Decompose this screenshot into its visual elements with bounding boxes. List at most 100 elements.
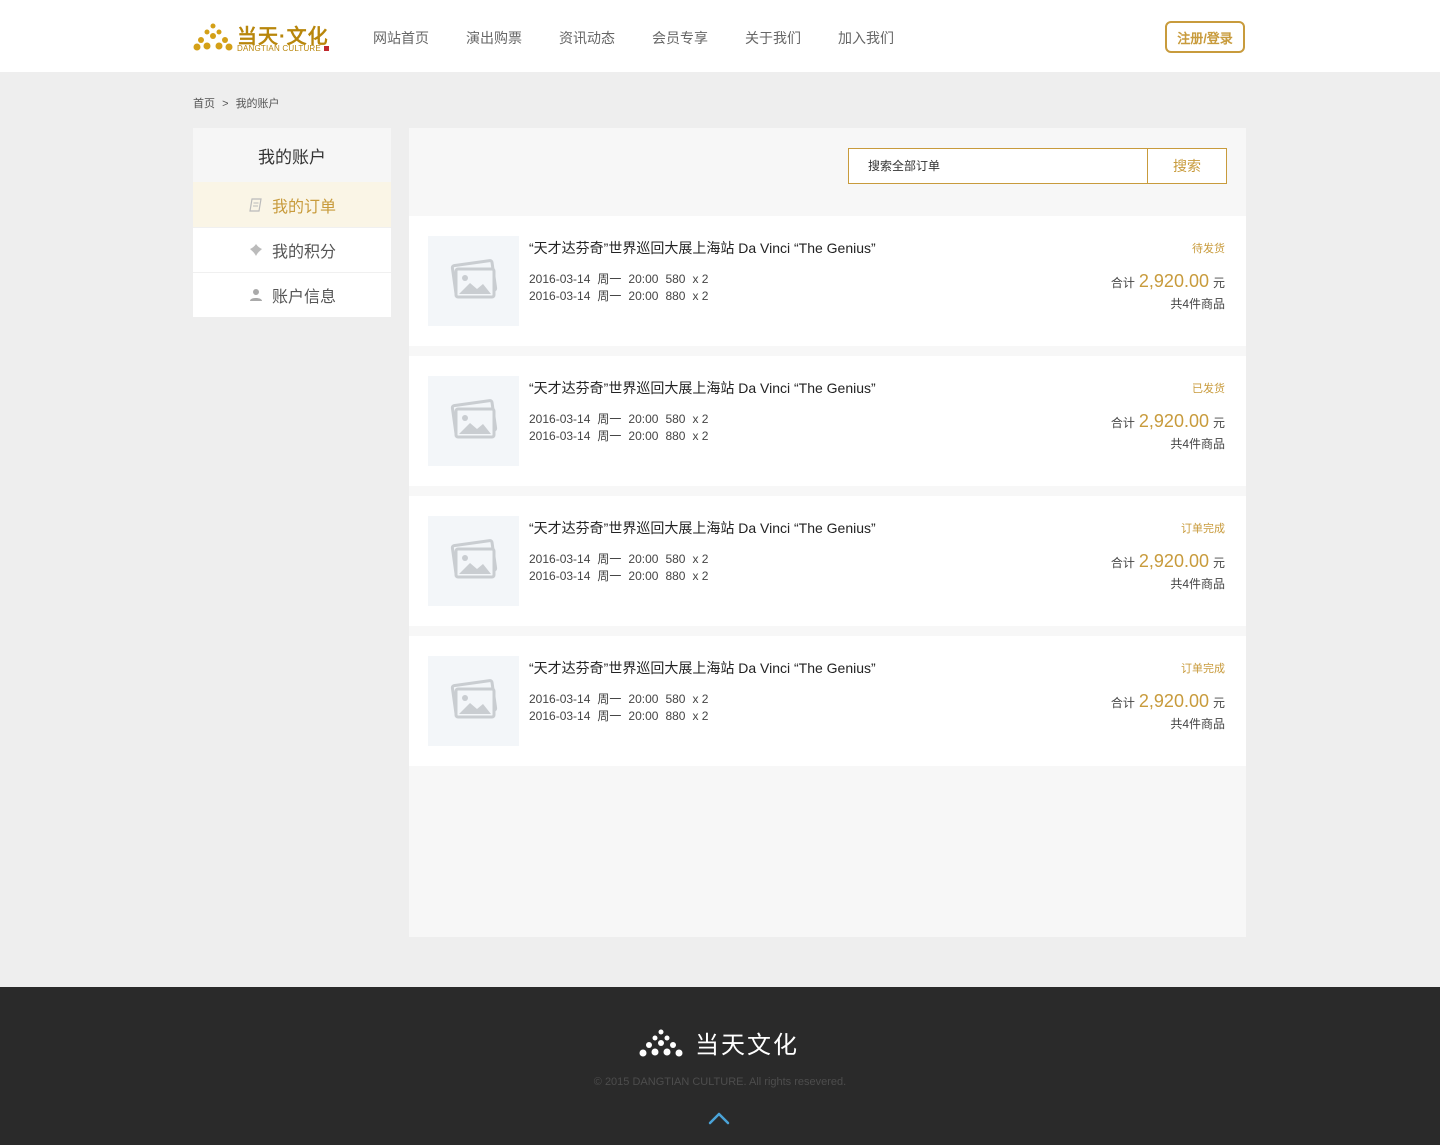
image-placeholder-icon (428, 656, 519, 746)
order-status: 订单完成 (1181, 663, 1225, 675)
ticket-weekday: 周一 (597, 692, 622, 706)
ticket-date: 2016-03-14 (529, 412, 591, 426)
order-title[interactable]: “天才达芬奇”世界巡回大展上海站 Da Vinci “The Genius” (529, 378, 876, 398)
order-ticket-line: 2016-03-14 周一 20:00 580 x 2 (529, 550, 715, 567)
nav-home[interactable]: 网站首页 (373, 28, 429, 48)
order-title[interactable]: “天才达芬奇”世界巡回大展上海站 Da Vinci “The Genius” (529, 238, 876, 258)
ticket-qty: x 2 (692, 692, 709, 706)
footer-logo-text: 当天文化 (695, 1032, 799, 1059)
total-label: 合计 (1110, 556, 1135, 570)
ticket-weekday: 周一 (597, 709, 622, 723)
order-card[interactable]: “天才达芬奇”世界巡回大展上海站 Da Vinci “The Genius” 2… (409, 636, 1246, 766)
sidebar-item-orders[interactable]: 我的订单 (193, 182, 391, 227)
order-ticket-line: 2016-03-14 周一 20:00 880 x 2 (529, 427, 715, 444)
search-button[interactable]: 搜索 (1147, 149, 1226, 183)
ticket-qty: x 2 (692, 569, 709, 583)
total-amount: 2,920.00 (1138, 411, 1209, 431)
ticket-price: 880 (665, 429, 686, 443)
order-search-input[interactable] (849, 149, 1147, 183)
nav-about[interactable]: 关于我们 (745, 28, 801, 48)
order-card[interactable]: “天才达芬奇”世界巡回大展上海站 Da Vinci “The Genius” 2… (409, 496, 1246, 626)
site-logo[interactable]: 当天·文化 DANGTIAN CULTURE (193, 20, 338, 56)
ticket-date: 2016-03-14 (529, 709, 591, 723)
main-nav: 网站首页 演出购票 资讯动态 会员专享 关于我们 加入我们 (373, 28, 931, 48)
nav-news[interactable]: 资讯动态 (559, 28, 615, 48)
image-placeholder-icon (428, 376, 519, 466)
logo-dots-icon (193, 23, 233, 51)
ticket-time: 20:00 (628, 289, 659, 303)
ticket-weekday: 周一 (597, 272, 622, 286)
sidebar-item-account-info[interactable]: 账户信息 (193, 272, 391, 317)
ticket-date: 2016-03-14 (529, 569, 591, 583)
ticket-qty: x 2 (692, 272, 709, 286)
order-ticket-line: 2016-03-14 周一 20:00 880 x 2 (529, 707, 715, 724)
footer-logo: 当天文化 (639, 1025, 799, 1060)
order-item-count: 共4件商品 (1170, 577, 1225, 591)
ticket-weekday: 周一 (597, 429, 622, 443)
ticket-date: 2016-03-14 (529, 692, 591, 706)
ticket-price: 580 (665, 412, 686, 426)
ticket-weekday: 周一 (597, 569, 622, 583)
order-search-bar: 搜索 (848, 148, 1227, 184)
order-list: “天才达芬奇”世界巡回大展上海站 Da Vinci “The Genius” 2… (409, 216, 1246, 776)
total-amount: 2,920.00 (1138, 551, 1209, 571)
ticket-date: 2016-03-14 (529, 552, 591, 566)
order-title[interactable]: “天才达芬奇”世界巡回大展上海站 Da Vinci “The Genius” (529, 518, 876, 538)
breadcrumb-current: 我的账户 (235, 98, 280, 110)
total-label: 合计 (1110, 696, 1135, 710)
order-status: 已发货 (1192, 383, 1225, 395)
order-icon (248, 197, 264, 213)
order-status: 待发货 (1192, 243, 1225, 255)
sidebar-item-label: 我的订单 (271, 198, 336, 216)
copyright-text: © 2015 DANGTIAN CULTURE. All rights rese… (593, 1076, 847, 1088)
ticket-time: 20:00 (628, 709, 659, 723)
order-title[interactable]: “天才达芬奇”世界巡回大展上海站 Da Vinci “The Genius” (529, 658, 876, 678)
ticket-qty: x 2 (692, 412, 709, 426)
ticket-weekday: 周一 (597, 552, 622, 566)
ticket-price: 880 (665, 569, 686, 583)
site-footer: 当天文化 © 2015 DANGTIAN CULTURE. All rights… (0, 987, 1440, 1145)
ticket-price: 580 (665, 552, 686, 566)
image-placeholder-icon (428, 516, 519, 606)
order-total: 合计 2,920.00 元 (1111, 691, 1225, 712)
order-card[interactable]: “天才达芬奇”世界巡回大展上海站 Da Vinci “The Genius” 2… (409, 216, 1246, 346)
ticket-time: 20:00 (628, 272, 659, 286)
nav-tickets[interactable]: 演出购票 (466, 28, 522, 48)
order-status: 订单完成 (1181, 523, 1225, 535)
login-register-button[interactable]: 注册/登录 (1165, 21, 1245, 53)
ticket-time: 20:00 (628, 412, 659, 426)
ticket-qty: x 2 (692, 289, 709, 303)
breadcrumb-separator: > (222, 98, 229, 110)
nav-members[interactable]: 会员专享 (652, 28, 708, 48)
ticket-time: 20:00 (628, 569, 659, 583)
orders-panel: 搜索 “天才达芬奇”世界巡回大展上海站 Da Vinci “The Genius… (409, 128, 1246, 937)
ticket-time: 20:00 (628, 552, 659, 566)
sidebar-item-points[interactable]: 我的积分 (193, 227, 391, 272)
order-item-count: 共4件商品 (1170, 297, 1225, 311)
total-label: 合计 (1110, 276, 1135, 290)
ticket-weekday: 周一 (597, 289, 622, 303)
nav-join[interactable]: 加入我们 (838, 28, 894, 48)
ticket-price: 880 (665, 709, 686, 723)
total-unit: 元 (1212, 556, 1225, 570)
account-sidebar: 我的账户 我的订单 我的积分 账户信息 (193, 128, 391, 317)
ticket-qty: x 2 (692, 429, 709, 443)
ticket-qty: x 2 (692, 709, 709, 723)
ticket-date: 2016-03-14 (529, 272, 591, 286)
total-unit: 元 (1212, 276, 1225, 290)
user-icon (248, 287, 264, 303)
order-total: 合计 2,920.00 元 (1111, 271, 1225, 292)
ticket-weekday: 周一 (597, 412, 622, 426)
sidebar-item-label: 账户信息 (271, 289, 336, 306)
logo-english-text: DANGTIAN CULTURE (237, 44, 329, 53)
breadcrumb-home[interactable]: 首页 (193, 98, 215, 110)
order-ticket-line: 2016-03-14 周一 20:00 880 x 2 (529, 567, 715, 584)
logo-red-mark (323, 46, 329, 52)
site-header: 当天·文化 DANGTIAN CULTURE 网站首页 演出购票 资讯动态 会员… (0, 0, 1440, 72)
order-card[interactable]: “天才达芬奇”世界巡回大展上海站 Da Vinci “The Genius” 2… (409, 356, 1246, 486)
back-to-top-icon[interactable] (708, 1111, 730, 1125)
order-ticket-line: 2016-03-14 周一 20:00 880 x 2 (529, 287, 715, 304)
breadcrumb: 首页 > 我的账户 (193, 95, 284, 111)
order-ticket-line: 2016-03-14 周一 20:00 580 x 2 (529, 410, 715, 427)
logo-english-label: DANGTIAN CULTURE (237, 44, 321, 53)
